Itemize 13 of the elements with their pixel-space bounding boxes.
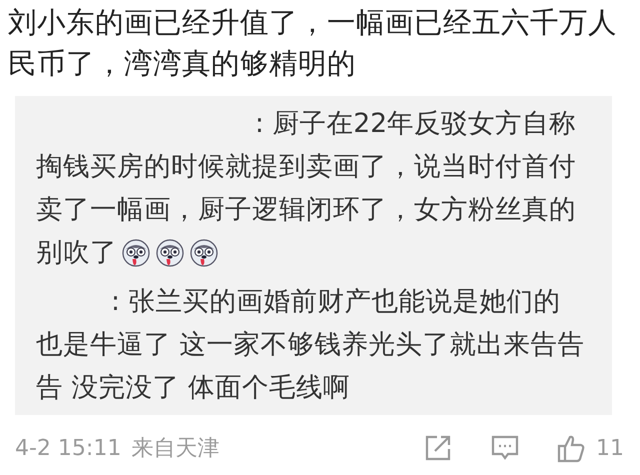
post-text: 刘小东的画已经升值了，一幅画已经五六千万人民币了，湾湾真的够精明的 (8, 5, 618, 82)
comment-icon[interactable] (490, 434, 520, 462)
dog-face-icon (121, 238, 151, 268)
post-location: 来自天津 (131, 435, 220, 463)
reply-text: 别吹了 (36, 236, 117, 270)
post-time: 4-2 15:11 (15, 436, 122, 460)
reply-text: : 张兰买的画婚前财产也能说是她们的也是牛逼了 这一家不够钱养光头了就出来告告告 没完没了 体面个毛线啊 (36, 286, 584, 403)
reply-text: : 厨子在22年反驳女方自称掏钱买房的时候就提到卖画了，说当时付首付卖了一幅画，厨子逻辑闭环了，女方粉丝真的 (36, 107, 578, 227)
dog-face-icon (155, 238, 185, 268)
share-icon[interactable] (424, 434, 452, 462)
thumbs-up-icon[interactable] (556, 433, 586, 463)
dog-face-icon (189, 238, 219, 268)
like-count: 11 (596, 436, 624, 460)
